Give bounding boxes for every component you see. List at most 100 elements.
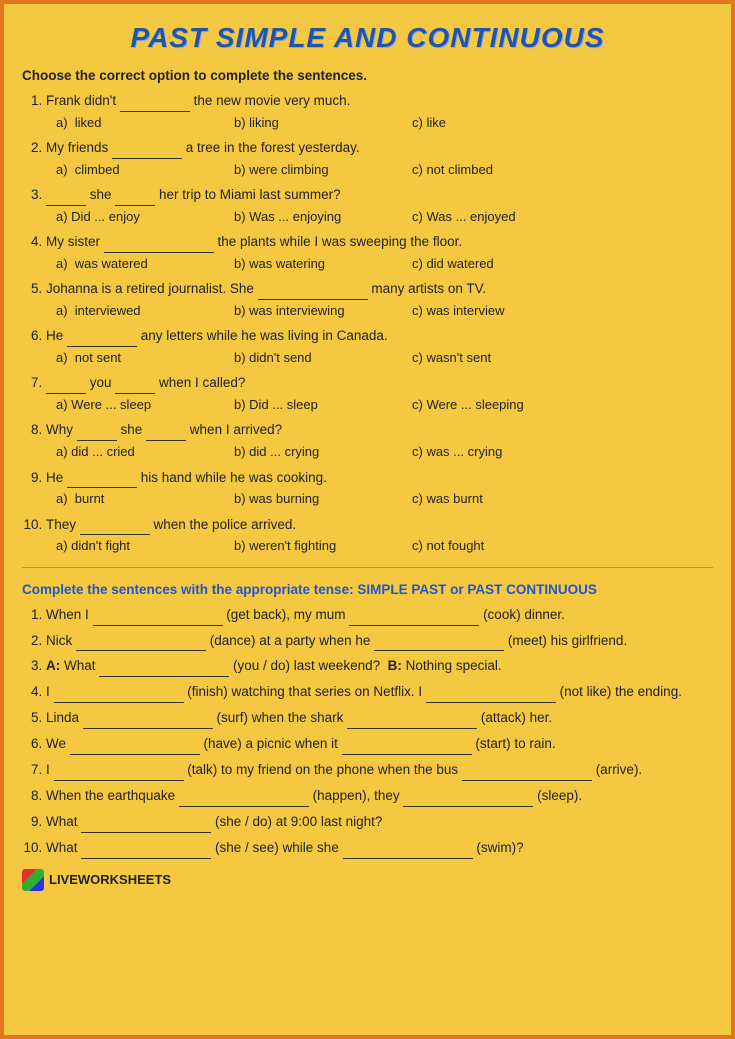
section2-q2: Nick (dance) at a party when he (meet) h…	[46, 631, 713, 652]
s2-blank-3	[99, 663, 229, 677]
s2-blank-10b	[343, 845, 473, 859]
section2-instruction: Complete the sentences with the appropri…	[22, 582, 713, 597]
option-7b: b) Did ... sleep	[234, 395, 394, 415]
s2-blank-9	[81, 819, 211, 833]
s2-blank-5b	[347, 715, 477, 729]
options-5: a) interviewed b) was interviewing c) wa…	[56, 301, 713, 321]
section2-q7: I (talk) to my friend on the phone when …	[46, 760, 713, 781]
s2-blank-6a	[70, 741, 200, 755]
section2-q1: When I (get back), my mum (cook) dinner.	[46, 605, 713, 626]
blank-4	[104, 239, 214, 253]
option-3b: b) Was ... enjoying	[234, 207, 394, 227]
s2-blank-8a	[179, 793, 309, 807]
option-10a: a) didn't fight	[56, 536, 216, 556]
options-10: a) didn't fight b) weren't fighting c) n…	[56, 536, 713, 556]
blank-3a	[46, 192, 86, 206]
s2-blank-2a	[76, 637, 206, 651]
option-5c: c) was interview	[412, 301, 572, 321]
blank-3b	[115, 192, 155, 206]
blank-6	[67, 333, 137, 347]
question-2: My friends a tree in the forest yesterda…	[46, 138, 713, 180]
section2-q8: When the earthquake (happen), they (slee…	[46, 786, 713, 807]
options-7: a) Were ... sleep b) Did ... sleep c) We…	[56, 395, 713, 415]
liveworksheets-logo	[22, 869, 44, 891]
options-8: a) did ... cried b) did ... crying c) wa…	[56, 442, 713, 462]
blank-8b	[146, 427, 186, 441]
option-1a: a) liked	[56, 113, 216, 133]
option-9c: c) was burnt	[412, 489, 572, 509]
s2-blank-10a	[81, 845, 211, 859]
option-2c: c) not climbed	[412, 160, 572, 180]
option-10c: c) not fought	[412, 536, 572, 556]
question-3: she her trip to Miami last summer? a) Di…	[46, 185, 713, 227]
blank-7b	[115, 380, 155, 394]
blank-9	[67, 474, 137, 488]
option-3c: c) Was ... enjoyed	[412, 207, 572, 227]
options-1: a) liked b) liking c) like	[56, 113, 713, 133]
s2-blank-6b	[342, 741, 472, 755]
option-8a: a) did ... cried	[56, 442, 216, 462]
options-2: a) climbed b) were climbing c) not climb…	[56, 160, 713, 180]
question-6: He any letters while he was living in Ca…	[46, 326, 713, 368]
section2-q4: I (finish) watching that series on Netfl…	[46, 682, 713, 703]
s2-blank-7b	[462, 767, 592, 781]
options-9: a) burnt b) was burning c) was burnt	[56, 489, 713, 509]
s2-blank-2b	[374, 637, 504, 651]
option-10b: b) weren't fighting	[234, 536, 394, 556]
option-6a: a) not sent	[56, 348, 216, 368]
blank-10	[80, 521, 150, 535]
option-9a: a) burnt	[56, 489, 216, 509]
section1-instruction: Choose the correct option to complete th…	[22, 68, 713, 83]
blank-2	[112, 145, 182, 159]
option-6b: b) didn't send	[234, 348, 394, 368]
s2-blank-4b	[426, 689, 556, 703]
options-6: a) not sent b) didn't send c) wasn't sen…	[56, 348, 713, 368]
option-2a: a) climbed	[56, 160, 216, 180]
s2-blank-5a	[83, 715, 213, 729]
option-5a: a) interviewed	[56, 301, 216, 321]
title: PAST SIMPLE AND CONTINUOUS	[22, 22, 713, 54]
option-7c: c) Were ... sleeping	[412, 395, 572, 415]
option-1b: b) liking	[234, 113, 394, 133]
question-4: My sister the plants while I was sweepin…	[46, 232, 713, 274]
option-1c: c) like	[412, 113, 572, 133]
s2-blank-8b	[403, 793, 533, 807]
footer: LIVEWORKSHEETS	[22, 869, 713, 891]
question-8: Why she when I arrived? a) did ... cried…	[46, 420, 713, 462]
section1-questions: Frank didn't the new movie very much. a)…	[22, 91, 713, 557]
question-7: you when I called? a) Were ... sleep b) …	[46, 373, 713, 415]
blank-8a	[77, 427, 117, 441]
option-7a: a) Were ... sleep	[56, 395, 216, 415]
option-9b: b) was burning	[234, 489, 394, 509]
s2-blank-7a	[54, 767, 184, 781]
question-10: They when the police arrived. a) didn't …	[46, 515, 713, 557]
instruction2-colored: SIMPLE PAST or PAST CONTINUOUS	[357, 582, 597, 597]
option-3a: a) Did ... enjoy	[56, 207, 216, 227]
option-2b: b) were climbing	[234, 160, 394, 180]
option-8b: b) did ... crying	[234, 442, 394, 462]
instruction2-static: Complete the sentences with the appropri…	[22, 582, 354, 597]
section-divider	[22, 567, 713, 568]
question-5: Johanna is a retired journalist. She man…	[46, 279, 713, 321]
option-4a: a) was watered	[56, 254, 216, 274]
section2-q6: We (have) a picnic when it (start) to ra…	[46, 734, 713, 755]
option-6c: c) wasn't sent	[412, 348, 572, 368]
option-4c: c) did watered	[412, 254, 572, 274]
s2-blank-1b	[349, 612, 479, 626]
section2-q5: Linda (surf) when the shark (attack) her…	[46, 708, 713, 729]
option-8c: c) was ... crying	[412, 442, 572, 462]
liveworksheets-brand: LIVEWORKSHEETS	[49, 872, 171, 887]
section2-q9: What (she / do) at 9:00 last night?	[46, 812, 713, 833]
options-3: a) Did ... enjoy b) Was ... enjoying c) …	[56, 207, 713, 227]
question-9: He his hand while he was cooking. a) bur…	[46, 468, 713, 510]
option-4b: b) was watering	[234, 254, 394, 274]
question-1: Frank didn't the new movie very much. a)…	[46, 91, 713, 133]
option-5b: b) was interviewing	[234, 301, 394, 321]
blank-1	[120, 98, 190, 112]
section2-questions: When I (get back), my mum (cook) dinner.…	[22, 605, 713, 859]
options-4: a) was watered b) was watering c) did wa…	[56, 254, 713, 274]
blank-5	[258, 286, 368, 300]
blank-7a	[46, 380, 86, 394]
s2-blank-4a	[54, 689, 184, 703]
section2-q3: A: What (you / do) last weekend? B: Noth…	[46, 656, 713, 677]
